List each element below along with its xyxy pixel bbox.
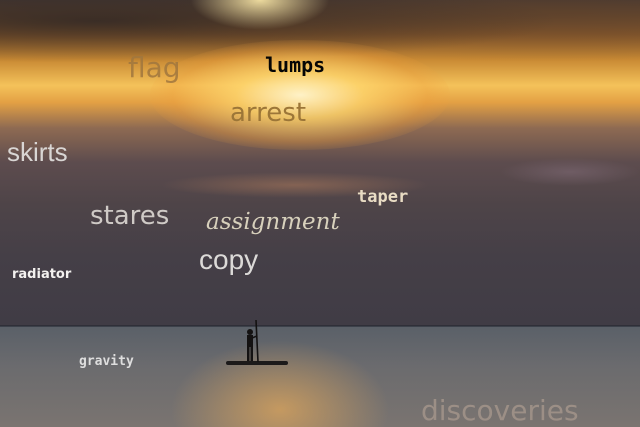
word-stares: stares [90,201,170,231]
word-flag: flag [128,51,181,84]
word-copy: copy [199,244,259,275]
word-taper: taper [357,187,409,207]
horizon-line [0,325,640,327]
word-radiator: radiator [12,267,72,282]
cloud-band-right [500,158,640,186]
word-assignment: assignment [206,209,340,235]
word-discoveries: discoveries [421,394,579,427]
word-lumps: lumps [265,53,326,77]
word-skirts: skirts [7,137,68,167]
sea-reflection [170,340,390,427]
paddler-silhouette [247,319,259,363]
word-gravity: gravity [79,354,134,369]
word-arrest: arrest [230,98,307,128]
sunset-photo: flag lumps arrest skirts taper stares as… [0,0,640,427]
